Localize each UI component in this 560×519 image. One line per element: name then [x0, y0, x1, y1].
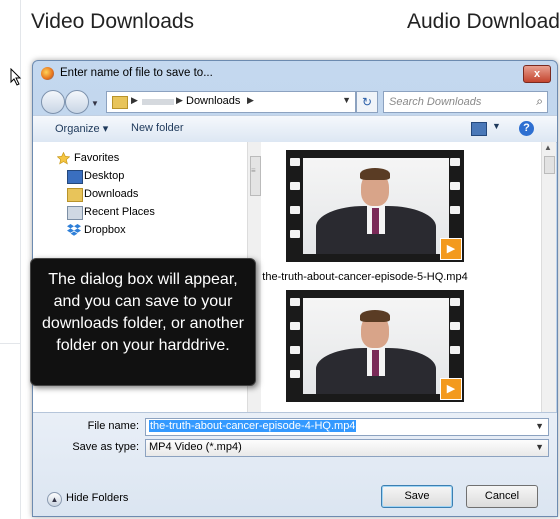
save-button[interactable]: Save	[381, 485, 453, 508]
dialog-footer: File name: the-truth-about-cancer-episod…	[33, 412, 557, 516]
dialog-toolbar: Organize ▾ New folder ▼ ?	[33, 115, 557, 143]
change-view-icon[interactable]	[471, 122, 487, 136]
presenter-hair	[360, 310, 390, 322]
film-sprocket	[450, 158, 460, 166]
breadcrumb-downloads[interactable]: Downloads	[186, 95, 240, 107]
film-sprocket	[450, 298, 460, 306]
video-frame	[303, 158, 449, 254]
downloads-folder-icon	[67, 188, 83, 202]
mouse-cursor-icon	[10, 68, 22, 86]
save-as-type-dropdown-icon[interactable]: ▼	[535, 442, 544, 452]
search-icon[interactable]: ⌕	[536, 94, 543, 109]
film-sprocket	[290, 206, 300, 214]
back-button[interactable]	[41, 90, 65, 114]
organize-button[interactable]: Organize ▾	[55, 122, 108, 135]
dialog-titlebar: Enter name of file to save to... x	[33, 61, 557, 87]
nav-favorites[interactable]: Favorites	[74, 152, 119, 164]
save-as-type-select[interactable]: MP4 Video (*.mp4) ▼	[145, 439, 549, 457]
film-sprocket	[290, 230, 300, 238]
recent-places-icon	[67, 206, 83, 220]
nav-item-downloads[interactable]: Downloads	[84, 188, 138, 200]
chevron-right-icon[interactable]: ▶	[176, 95, 183, 106]
callout-text: The dialog box will appear, and you can …	[42, 271, 244, 354]
firefox-icon	[41, 67, 54, 80]
new-folder-button[interactable]: New folder	[131, 122, 184, 134]
page-divider	[0, 343, 20, 344]
film-sprocket	[450, 182, 460, 190]
collapse-icon[interactable]: ▲	[47, 492, 62, 507]
film-sprocket	[290, 158, 300, 166]
video-thumbnail[interactable]: ▶	[286, 290, 464, 402]
chevron-right-icon[interactable]: ▶	[131, 95, 138, 106]
hide-folders-label[interactable]: Hide Folders	[66, 492, 128, 504]
address-dropdown-icon[interactable]: ▼	[342, 95, 351, 105]
recent-pages-dropdown-icon[interactable]: ▼	[91, 99, 99, 108]
film-sprocket	[450, 322, 460, 330]
scrollbar-thumb[interactable]	[250, 156, 261, 196]
instruction-callout: The dialog box will appear, and you can …	[30, 258, 256, 386]
file-name-field-label: File name:	[87, 420, 139, 432]
scroll-up-icon[interactable]: ▲	[544, 143, 552, 152]
film-sprocket	[450, 346, 460, 354]
search-input[interactable]: Search Downloads ⌕	[383, 91, 548, 113]
help-icon[interactable]: ?	[519, 121, 534, 136]
search-placeholder: Search Downloads	[389, 96, 482, 108]
film-sprocket	[290, 182, 300, 190]
presenter-hair	[360, 168, 390, 180]
refresh-button[interactable]: ↻	[356, 91, 378, 113]
audio-download-heading: Audio Download	[407, 10, 560, 33]
save-as-type-value: MP4 Video (*.mp4)	[149, 441, 242, 453]
close-button[interactable]: x	[523, 65, 551, 83]
grip-icon: ≡	[251, 166, 256, 175]
address-bar[interactable]: ▶ ▶ Downloads ▶ ▼	[106, 91, 356, 113]
file-name-dropdown-icon[interactable]: ▼	[535, 421, 544, 431]
play-icon: ▶	[440, 238, 462, 260]
nav-item-dropbox[interactable]: Dropbox	[84, 224, 126, 236]
video-downloads-heading: Video Downloads	[31, 10, 195, 33]
view-dropdown-icon[interactable]: ▼	[492, 121, 501, 131]
file-list-scrollbar[interactable]: ▲	[541, 142, 556, 412]
redacted-username	[142, 99, 174, 105]
nav-item-desktop[interactable]: Desktop	[84, 170, 124, 182]
file-name-value-wrap: the-truth-about-cancer-episode-4-HQ.mp4	[149, 420, 357, 432]
film-sprocket	[290, 370, 300, 378]
save-as-type-label: Save as type:	[72, 441, 139, 453]
address-row: ▼ ▶ ▶ Downloads ▶ ▼ ↻ Search Downloads ⌕	[33, 87, 557, 115]
cancel-button[interactable]: Cancel	[466, 485, 538, 508]
film-sprocket	[290, 346, 300, 354]
file-name-field[interactable]: the-truth-about-cancer-episode-4-HQ.mp4 …	[145, 418, 549, 436]
file-list: ▶ the-truth-about-cancer-episode-5-HQ.mp…	[261, 142, 541, 412]
dropbox-icon	[67, 224, 81, 236]
play-icon: ▶	[440, 378, 462, 400]
video-thumbnail[interactable]: ▶	[286, 150, 464, 262]
film-sprocket	[290, 298, 300, 306]
forward-button[interactable]	[65, 90, 89, 114]
chevron-right-icon[interactable]: ▶	[247, 95, 254, 106]
desktop-icon	[67, 170, 83, 184]
nav-item-recent-places[interactable]: Recent Places	[84, 206, 155, 218]
dialog-title: Enter name of file to save to...	[60, 67, 213, 79]
file-name-value[interactable]: the-truth-about-cancer-episode-4-HQ.mp4	[149, 420, 357, 432]
file-name-label[interactable]: the-truth-about-cancer-episode-5-HQ.mp4	[261, 271, 469, 283]
film-sprocket	[450, 206, 460, 214]
presenter-tie	[372, 208, 379, 234]
folder-icon	[112, 96, 128, 109]
presenter-tie	[372, 350, 379, 376]
film-sprocket	[290, 322, 300, 330]
star-icon	[57, 152, 70, 165]
video-frame	[303, 298, 449, 394]
scrollbar-thumb[interactable]	[544, 156, 555, 174]
